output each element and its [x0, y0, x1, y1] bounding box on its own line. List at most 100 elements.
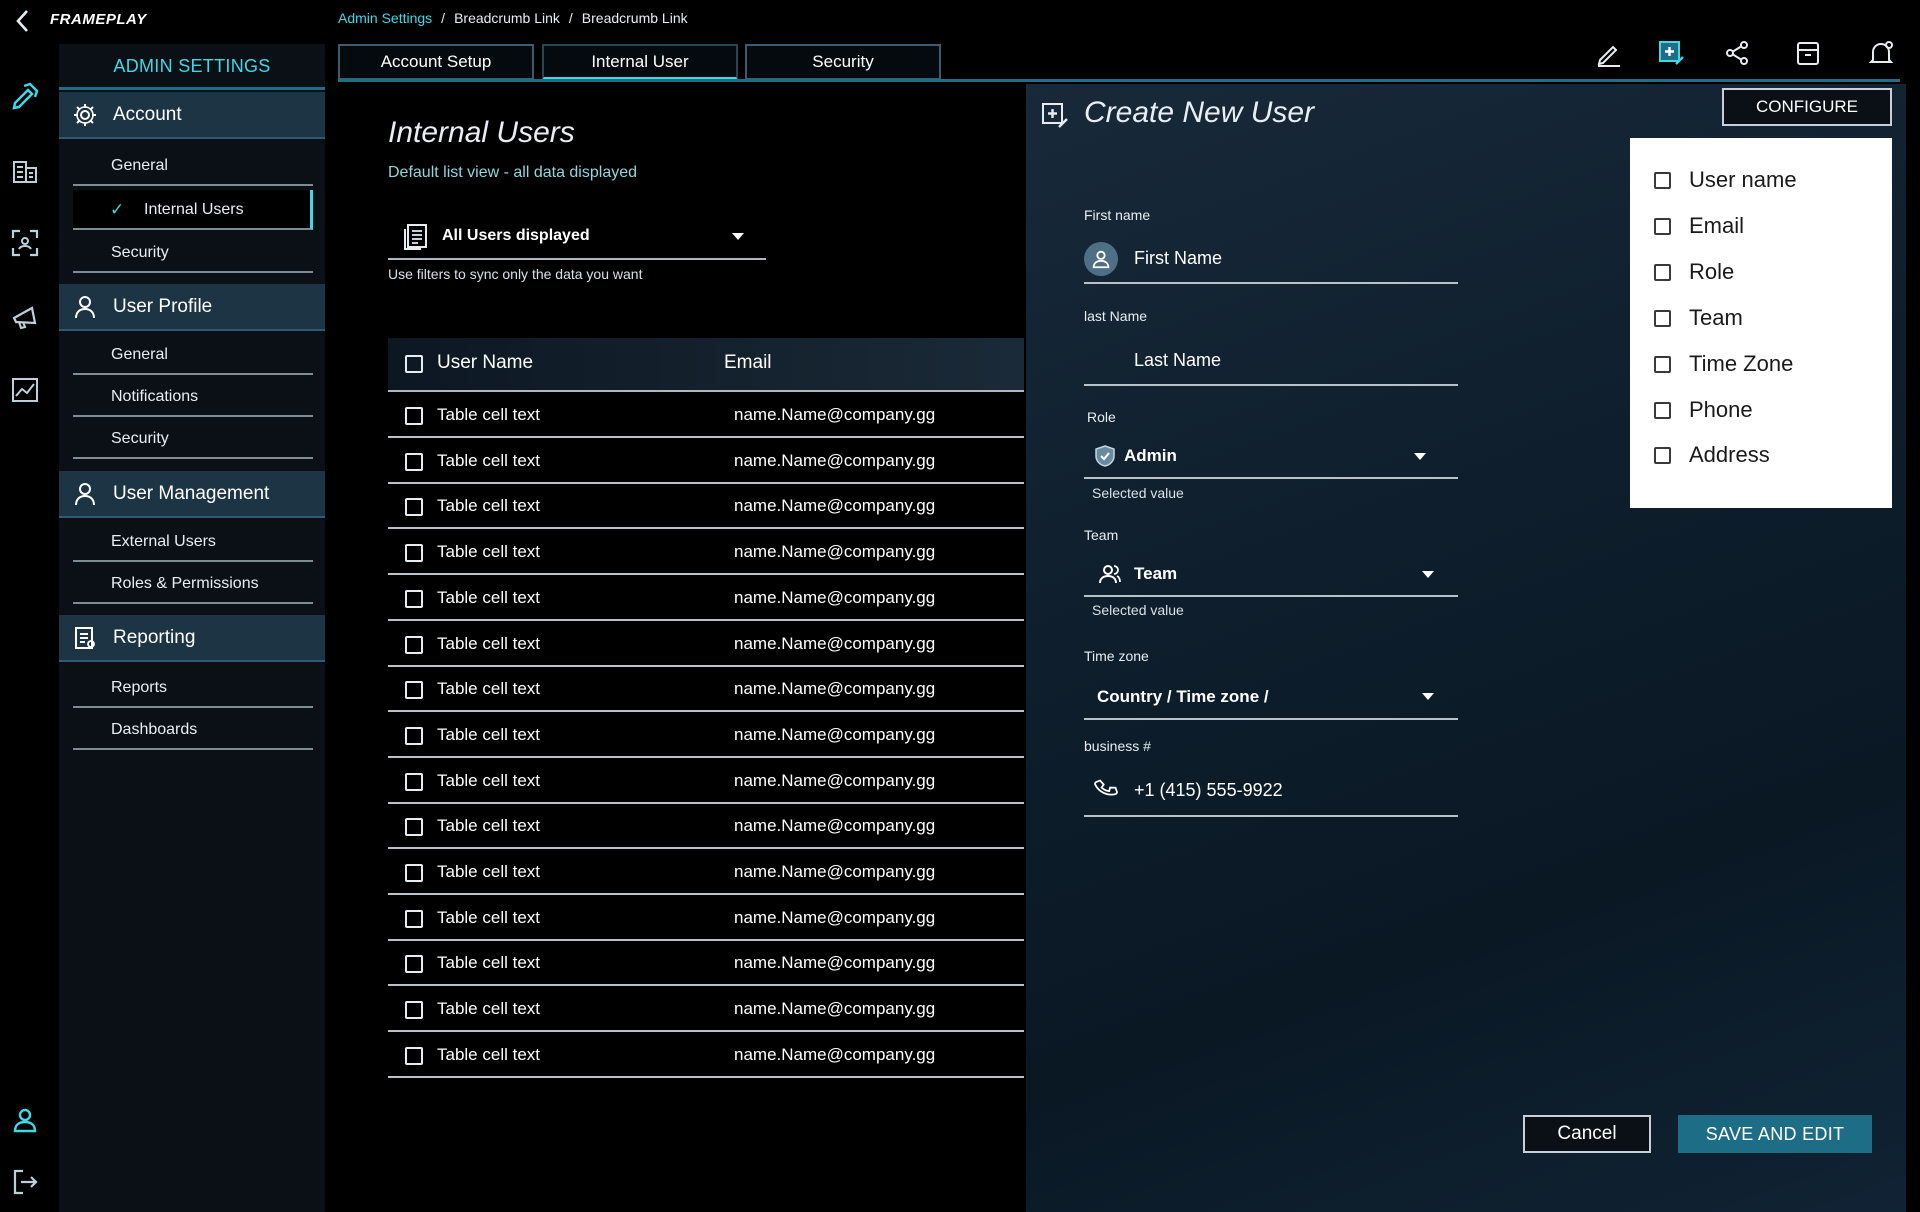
cell-email: name.Name@company.gg [734, 953, 936, 972]
tab-security[interactable]: Security [745, 44, 941, 80]
building-icon[interactable] [9, 155, 41, 187]
configure-button[interactable]: CONFIGURE [1722, 88, 1892, 126]
sidebar-item-dashboards[interactable]: Dashboards [73, 710, 313, 750]
breadcrumb-link[interactable]: Breadcrumb Link [582, 10, 688, 26]
configure-option-user-name[interactable]: User name [1654, 165, 1797, 195]
checkbox[interactable] [1654, 217, 1671, 235]
sidebar-section-user-profile[interactable]: User Profile [59, 284, 325, 331]
configure-option-time-zone[interactable]: Time Zone [1654, 349, 1793, 379]
table-row[interactable]: Table cell text name.Name@company.gg [388, 759, 1024, 804]
last-name-field[interactable]: Last Name [1084, 334, 1458, 386]
bell-icon[interactable] [1866, 38, 1896, 68]
cell-email: name.Name@company.gg [734, 771, 936, 790]
row-checkbox[interactable] [405, 407, 423, 425]
sidebar-item-security[interactable]: Security [73, 419, 313, 459]
row-checkbox[interactable] [405, 498, 423, 516]
sidebar-section-user-management[interactable]: User Management [59, 471, 325, 518]
team-select[interactable]: Team [1084, 550, 1458, 597]
team-label: Team [1084, 527, 1119, 543]
table-row[interactable]: Table cell text name.Name@company.gg [388, 713, 1024, 758]
share-icon[interactable] [1722, 38, 1752, 68]
chart-icon[interactable] [9, 374, 41, 406]
row-checkbox[interactable] [405, 544, 423, 562]
row-checkbox[interactable] [405, 910, 423, 928]
pencil-ruler-icon[interactable] [9, 80, 41, 112]
table-row[interactable]: Table cell text name.Name@company.gg [388, 804, 1024, 849]
table-row[interactable]: Table cell text name.Name@company.gg [388, 941, 1024, 986]
sidebar-section-reporting[interactable]: Reporting [59, 615, 325, 662]
breadcrumb-link[interactable]: Admin Settings [338, 10, 432, 26]
table-row[interactable]: Table cell text name.Name@company.gg [388, 530, 1024, 575]
row-checkbox[interactable] [405, 636, 423, 654]
checkbox[interactable] [1654, 263, 1671, 281]
table-row[interactable]: Table cell text name.Name@company.gg [388, 622, 1024, 667]
sidebar-item-internal-users[interactable]: ✓ Internal Users [73, 190, 313, 230]
sidebar-item-external-users[interactable]: External Users [73, 522, 313, 562]
divider [59, 87, 325, 90]
row-checkbox[interactable] [405, 1001, 423, 1019]
logout-icon[interactable] [9, 1166, 41, 1198]
time-zone-select[interactable]: Country / Time zone / [1084, 672, 1458, 720]
checkbox[interactable] [1654, 401, 1671, 419]
breadcrumb-link[interactable]: Breadcrumb Link [454, 10, 560, 26]
checkbox[interactable] [1654, 355, 1671, 373]
tab-account-setup[interactable]: Account Setup [338, 44, 534, 80]
table-row[interactable]: Table cell text name.Name@company.gg [388, 850, 1024, 895]
row-checkbox[interactable] [405, 453, 423, 471]
role-label: Role [1087, 409, 1116, 425]
table-row[interactable]: Table cell text name.Name@company.gg [388, 896, 1024, 941]
select-all-checkbox[interactable] [405, 355, 423, 373]
sidebar-item-general[interactable]: General [73, 335, 313, 375]
save-and-edit-button[interactable]: SAVE AND EDIT [1678, 1115, 1872, 1153]
column-header-user-name[interactable]: User Name [437, 352, 533, 374]
sidebar-section-account[interactable]: Account [59, 92, 325, 139]
configure-option-phone[interactable]: Phone [1654, 395, 1753, 425]
table-row[interactable]: Table cell text name.Name@company.gg [388, 439, 1024, 484]
business-phone-field[interactable]: +1 (415) 555-9922 [1084, 762, 1458, 817]
role-select[interactable]: Admin [1084, 432, 1458, 479]
row-checkbox[interactable] [405, 590, 423, 608]
table-row[interactable]: Table cell text name.Name@company.gg [388, 576, 1024, 621]
megaphone-icon[interactable] [9, 300, 41, 332]
option-label: Role [1689, 259, 1735, 284]
user-icon[interactable] [9, 1104, 41, 1136]
configure-option-team[interactable]: Team [1654, 303, 1743, 333]
table-row[interactable]: Table cell text name.Name@company.gg [388, 987, 1024, 1032]
sidebar-item-general[interactable]: General [73, 146, 313, 186]
cell-email: name.Name@company.gg [734, 451, 936, 470]
column-header-email[interactable]: Email [724, 352, 772, 374]
tab-internal-user[interactable]: Internal User [542, 44, 738, 80]
row-checkbox[interactable] [405, 1047, 423, 1065]
sidebar-item-roles-permissions[interactable]: Roles & Permissions [73, 564, 313, 604]
check-icon: ✓ [110, 200, 125, 219]
row-checkbox[interactable] [405, 818, 423, 836]
edit-icon[interactable] [1594, 38, 1624, 68]
table-row[interactable]: Table cell text name.Name@company.gg [388, 667, 1024, 712]
row-checkbox[interactable] [405, 727, 423, 745]
configure-option-role[interactable]: Role [1654, 257, 1734, 287]
scan-icon[interactable] [9, 227, 41, 259]
first-name-field[interactable]: First Name [1084, 232, 1458, 284]
row-checkbox[interactable] [405, 864, 423, 882]
sidebar-item-reports[interactable]: Reports [73, 668, 313, 708]
row-checkbox[interactable] [405, 681, 423, 699]
cancel-button[interactable]: Cancel [1523, 1115, 1651, 1153]
table-row[interactable]: Table cell text name.Name@company.gg [388, 393, 1024, 438]
checkbox[interactable] [1654, 446, 1671, 464]
sidebar-item-notifications[interactable]: Notifications [73, 377, 313, 417]
checkbox[interactable] [1654, 309, 1671, 327]
row-checkbox[interactable] [405, 955, 423, 973]
role-helper-text: Selected value [1092, 485, 1184, 501]
add-note-icon[interactable] [1656, 38, 1686, 68]
row-checkbox[interactable] [405, 773, 423, 791]
configure-option-address[interactable]: Address [1654, 440, 1770, 470]
configure-option-email[interactable]: Email [1654, 211, 1744, 241]
table-row[interactable]: Table cell text name.Name@company.gg [388, 1033, 1024, 1078]
back-chevron-icon[interactable] [12, 8, 34, 34]
archive-icon[interactable] [1793, 38, 1823, 68]
filter-dropdown[interactable]: All Users displayed [388, 214, 766, 260]
sidebar-item-security[interactable]: Security [73, 233, 313, 273]
filter-value: All Users displayed [442, 227, 590, 244]
table-row[interactable]: Table cell text name.Name@company.gg [388, 484, 1024, 529]
checkbox[interactable] [1654, 171, 1671, 189]
